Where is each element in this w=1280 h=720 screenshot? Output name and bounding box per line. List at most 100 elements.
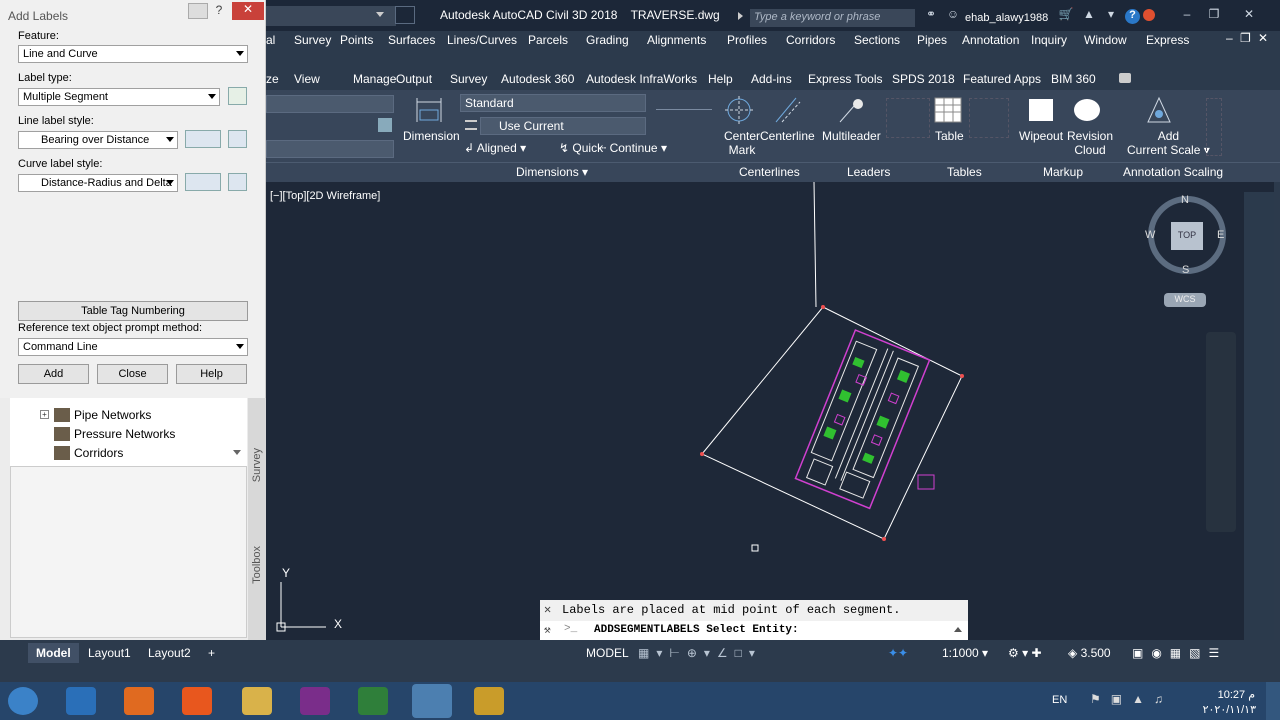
traverse-point[interactable] (821, 305, 825, 309)
magenta-block[interactable] (917, 474, 935, 490)
app-icon[interactable] (300, 687, 330, 715)
workspace-icon[interactable] (395, 6, 415, 24)
tab-options-icon[interactable] (1119, 73, 1131, 83)
drawing-canvas[interactable]: Y X TOP N S E W WCS (266, 181, 1274, 642)
language-indicator[interactable]: EN (1052, 694, 1067, 706)
close-icon[interactable]: ✕ (1240, 7, 1258, 23)
firefox-icon[interactable] (182, 687, 212, 715)
add-layout-icon[interactable]: + (200, 643, 223, 663)
menu-item-sections[interactable]: Sections (854, 33, 900, 47)
traverse-point[interactable] (882, 537, 886, 541)
annotation-visibility-icon[interactable]: ✦✦ (880, 643, 916, 663)
prompt-method-select[interactable]: Command Line (18, 338, 248, 356)
table-tools[interactable] (969, 98, 1009, 138)
command-close-icon[interactable]: ✕ (544, 602, 551, 617)
help-button[interactable]: Help (176, 364, 247, 384)
qat-dropdown-icon[interactable] (376, 12, 384, 17)
tab-infraworks[interactable]: Autodesk InfraWorks (586, 72, 697, 86)
center-mark-icon[interactable] (724, 96, 754, 124)
viewcube-top[interactable]: TOP (1171, 222, 1203, 250)
app-icon-2[interactable] (474, 687, 504, 715)
command-prompt-icon[interactable]: >_ (564, 623, 577, 635)
label-type-pick-icon[interactable] (228, 87, 247, 105)
menu-item-cut[interactable]: al (266, 33, 275, 47)
excel-icon[interactable] (358, 687, 388, 715)
centerline-label[interactable]: Centerline (760, 129, 815, 143)
layout-tab-model[interactable]: Model (28, 643, 79, 663)
dimension-label[interactable]: Dimension (403, 129, 460, 143)
panel-leaders[interactable]: Leaders (847, 165, 890, 179)
explorer-icon[interactable] (242, 687, 272, 715)
dimension-icon[interactable] (414, 96, 444, 124)
wipeout-icon[interactable] (1026, 96, 1056, 124)
layout-tab-layout1[interactable]: Layout1 (80, 643, 139, 663)
annotation-scale-button[interactable]: 1:1000 ▾ (934, 643, 996, 663)
search-expand-icon[interactable] (738, 12, 743, 20)
doc-restore-icon[interactable]: ❐ (1240, 31, 1251, 45)
tab-cut[interactable]: ze (266, 72, 279, 86)
traverse-point[interactable] (700, 452, 704, 456)
drawing[interactable]: Y X (266, 181, 1274, 640)
chevron-down-icon[interactable]: ▾ (1102, 7, 1120, 23)
quick-button[interactable]: ↯ Quick (559, 141, 603, 155)
curve-style-pick-icon[interactable] (228, 173, 247, 191)
expand-icon[interactable]: + (40, 410, 49, 419)
add-button[interactable]: Add (18, 364, 89, 384)
line-style-edit-icon[interactable] (185, 130, 221, 148)
right-tool-palette[interactable] (1244, 192, 1274, 642)
menu-item-profiles[interactable]: Profiles (727, 33, 767, 47)
center-mark-label[interactable]: Center Mark (724, 129, 760, 157)
tab-help[interactable]: Help (708, 72, 733, 86)
table-tag-numbering-button[interactable]: Table Tag Numbering (18, 301, 248, 321)
table-label[interactable]: Table (935, 129, 964, 143)
revision-cloud-icon[interactable] (1072, 96, 1102, 124)
line-style-select[interactable]: Bearing over Distance (18, 131, 178, 149)
ie-icon[interactable] (66, 687, 96, 715)
user-name[interactable]: ehab_alawy1988 (965, 12, 1048, 24)
add-scale-label[interactable]: Add Current Scale ▾ (1127, 129, 1210, 157)
viewcube-w[interactable]: W (1145, 229, 1155, 241)
show-desktop-button[interactable] (1266, 682, 1280, 720)
tab-featured-apps[interactable]: Featured Apps (963, 72, 1041, 86)
maximize-icon[interactable]: ❐ (1205, 7, 1223, 23)
command-history-toggle-icon[interactable] (954, 627, 962, 632)
wipeout-label[interactable]: Wipeout (1019, 129, 1063, 143)
style-combo-2[interactable] (266, 140, 394, 158)
menu-item-survey[interactable]: Survey (294, 33, 331, 47)
menu-item-parcels[interactable]: Parcels (528, 33, 568, 47)
menu-item-alignments[interactable]: Alignments (647, 33, 706, 47)
tab-survey[interactable]: Survey (450, 72, 487, 86)
tree-item-pipe-networks[interactable]: Pipe Networks (74, 408, 151, 422)
workspace-icon-group[interactable]: ⚙ ▾ ✚ (1000, 643, 1060, 663)
menu-item-corridors[interactable]: Corridors (786, 33, 835, 47)
revision-cloud-label[interactable]: Revision Cloud (1067, 129, 1113, 157)
label-type-select[interactable]: Multiple Segment (18, 88, 220, 106)
command-line[interactable]: ⚒ >_ ADDSEGMENTLABELS Select Entity: (540, 621, 968, 640)
dim-style-combo[interactable]: Standard (460, 94, 646, 112)
menu-item-lines-curves[interactable]: Lines/Curves (447, 33, 517, 47)
tab-spds[interactable]: SPDS 2018 (892, 72, 955, 86)
clock-time[interactable]: 10:27 م (1210, 688, 1255, 701)
tree-item-pressure-networks[interactable]: Pressure Networks (74, 427, 175, 441)
menu-item-grading[interactable]: Grading (586, 33, 629, 47)
feature-select[interactable]: Line and Curve (18, 45, 248, 63)
panel-annotation-scaling[interactable]: Annotation Scaling (1123, 165, 1223, 179)
binoculars-icon[interactable]: ⚭ (922, 7, 940, 23)
user-icon[interactable]: ☺ (944, 7, 962, 23)
table-icon[interactable] (933, 96, 963, 124)
side-tab-survey[interactable]: Survey (251, 448, 263, 482)
viewport-controls[interactable]: [−][Top][2D Wireframe] (270, 190, 380, 202)
tab-express-tools[interactable]: Express Tools (808, 72, 882, 86)
dialog-help-icon[interactable]: ? (211, 3, 227, 19)
menu-item-express[interactable]: Express (1146, 33, 1189, 47)
leader-tools[interactable] (886, 98, 930, 138)
traverse-point[interactable] (960, 374, 964, 378)
lineweight-button[interactable]: ◈ 3.500 (1060, 643, 1119, 663)
notification-icon[interactable] (1143, 9, 1155, 21)
clock-date[interactable]: ٢٠٢٠/١١/١٣ (1196, 703, 1256, 716)
continue-button[interactable]: ┄ Continue ▾ (599, 141, 667, 155)
viewcube-n[interactable]: N (1181, 194, 1189, 206)
curve-style-edit-icon[interactable] (185, 173, 221, 191)
tab-view[interactable]: View (294, 72, 320, 86)
menu-item-annotation[interactable]: Annotation (962, 33, 1019, 47)
